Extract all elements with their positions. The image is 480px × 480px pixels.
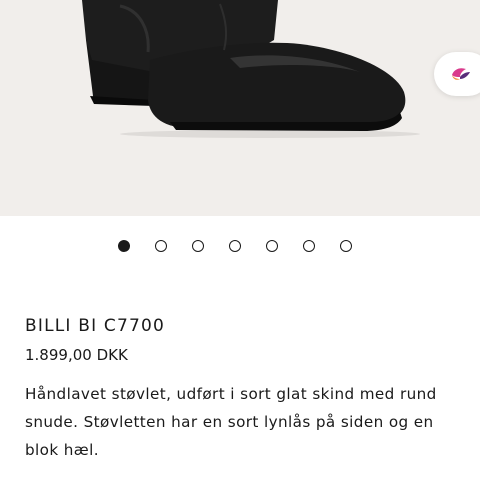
product-price: 1.899,00 DKK (25, 346, 128, 364)
pagination-dot-5[interactable] (266, 240, 278, 252)
product-image[interactable] (0, 0, 480, 216)
pagination-dot-7[interactable] (340, 240, 352, 252)
product-description: Håndlavet støvlet, udført i sort glat sk… (25, 385, 437, 459)
brand-badge-button[interactable] (434, 52, 480, 96)
pagination-dot-3[interactable] (192, 240, 204, 252)
boot-illustration (82, 0, 420, 138)
pagination-dot-4[interactable] (229, 240, 241, 252)
pagination-dot-6[interactable] (303, 240, 315, 252)
pagination-dot-2[interactable] (155, 240, 167, 252)
product-title: BILLI BI C7700 (25, 316, 166, 336)
pagination-dot-1[interactable] (118, 240, 130, 252)
brand-bird-icon (452, 68, 470, 80)
gallery-pagination (0, 240, 480, 256)
